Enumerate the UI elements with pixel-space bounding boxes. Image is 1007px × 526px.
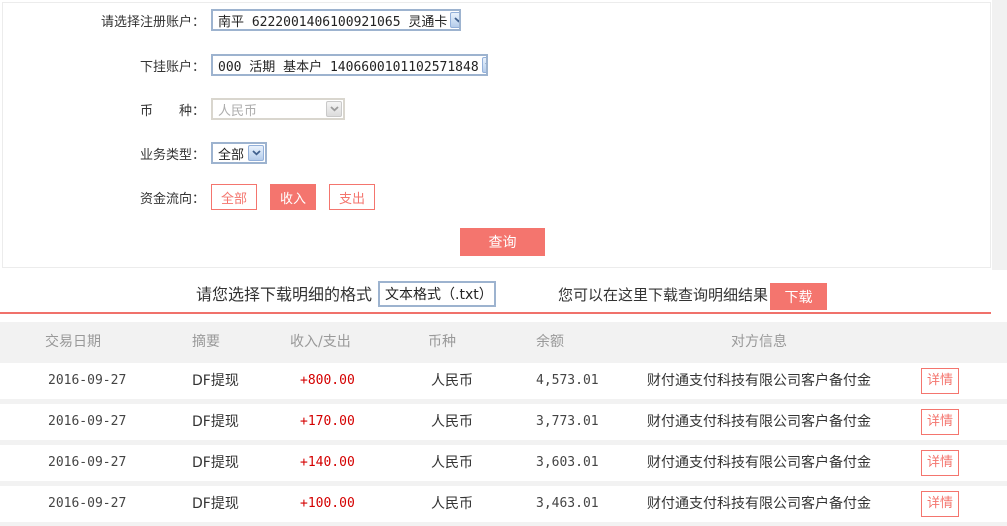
cell-date: 2016-09-27 bbox=[48, 373, 127, 388]
currency-value: 人民币 bbox=[218, 103, 258, 119]
cell-currency: 人民币 bbox=[431, 455, 473, 471]
table-row: 2016-09-27 DF提现 +800.00 人民币 4,573.01 财付通… bbox=[0, 363, 1007, 399]
currency-label: 币 种： bbox=[139, 103, 205, 119]
chevron-down-icon bbox=[450, 12, 459, 28]
col-header-balance: 余额 bbox=[536, 334, 564, 350]
scrollbar-track[interactable] bbox=[992, 0, 1007, 270]
chevron-down-icon bbox=[248, 145, 264, 161]
download-button[interactable]: 下载 bbox=[770, 283, 827, 310]
detail-button[interactable]: 详情 bbox=[921, 491, 959, 517]
chevron-down-icon bbox=[481, 57, 486, 73]
download-format-value: 文本格式（.txt） bbox=[385, 287, 493, 303]
fund-flow-group: 全部 收入 支出 bbox=[211, 184, 376, 210]
register-account-label: 请选择注册账户： bbox=[100, 14, 205, 30]
business-type-value: 全部 bbox=[218, 147, 245, 163]
col-header-in-out: 收入/支出 bbox=[290, 334, 351, 350]
fund-flow-label: 资金流向： bbox=[139, 191, 205, 207]
download-format-label: 请您选择下载明细的格式 bbox=[195, 285, 372, 304]
register-account-select[interactable]: 南平 6222001406100921065 灵通卡 bbox=[211, 9, 461, 31]
cell-balance: 3,603.01 bbox=[536, 455, 599, 470]
cell-counterparty: 财付通支付科技有限公司客户备付金 bbox=[647, 373, 871, 389]
cell-amount: +140.00 bbox=[300, 455, 355, 470]
download-hint-text: 您可以在这里下载查询明细结果 bbox=[558, 286, 769, 304]
cell-summary: DF提现 bbox=[192, 496, 239, 512]
table-body: 2016-09-27 DF提现 +800.00 人民币 4,573.01 财付通… bbox=[0, 362, 1007, 526]
sub-account-select[interactable]: 000 活期 基本户 1406600101102571848 bbox=[211, 54, 488, 76]
col-header-counterparty: 对方信息 bbox=[731, 334, 787, 350]
cell-date: 2016-09-27 bbox=[48, 414, 127, 429]
col-header-currency: 币种 bbox=[428, 334, 456, 350]
cell-currency: 人民币 bbox=[431, 414, 473, 430]
table-header-row: 交易日期 摘要 收入/支出 币种 余额 对方信息 bbox=[0, 322, 1007, 362]
register-account-row: 请选择注册账户： 南平 6222001406100921065 灵通卡 bbox=[0, 9, 461, 31]
cell-counterparty: 财付通支付科技有限公司客户备付金 bbox=[647, 414, 871, 430]
table-row: 2016-09-27 DF提现 +170.00 人民币 3,773.01 财付通… bbox=[0, 404, 1007, 440]
table-row: 2016-09-27 DF提现 +100.00 人民币 3,463.01 财付通… bbox=[0, 486, 1007, 522]
cell-summary: DF提现 bbox=[192, 373, 239, 389]
fund-flow-expense-button[interactable]: 支出 bbox=[329, 184, 376, 210]
business-type-label: 业务类型： bbox=[139, 147, 205, 163]
cell-date: 2016-09-27 bbox=[48, 496, 127, 511]
cell-balance: 4,573.01 bbox=[536, 373, 599, 388]
register-account-value: 南平 6222001406100921065 灵通卡 bbox=[218, 14, 448, 30]
cell-balance: 3,773.01 bbox=[536, 414, 599, 429]
currency-row: 币 种： 人民币 bbox=[0, 98, 345, 120]
detail-button[interactable]: 详情 bbox=[921, 409, 959, 435]
currency-select: 人民币 bbox=[211, 98, 345, 120]
cell-balance: 3,463.01 bbox=[536, 496, 599, 511]
cell-currency: 人民币 bbox=[431, 373, 473, 389]
cell-summary: DF提现 bbox=[192, 414, 239, 430]
sub-account-value: 000 活期 基本户 1406600101102571848 bbox=[218, 59, 479, 75]
sub-account-label: 下挂账户： bbox=[139, 59, 205, 75]
query-button[interactable]: 查询 bbox=[460, 228, 545, 256]
fund-flow-row: 资金流向： 全部 收入 支出 bbox=[0, 184, 376, 210]
fund-flow-all-button[interactable]: 全部 bbox=[211, 184, 258, 210]
cell-summary: DF提现 bbox=[192, 455, 239, 471]
detail-button[interactable]: 详情 bbox=[921, 368, 959, 394]
cell-amount: +800.00 bbox=[300, 373, 355, 388]
detail-button[interactable]: 详情 bbox=[921, 450, 959, 476]
fund-flow-income-button[interactable]: 收入 bbox=[270, 184, 317, 210]
business-type-select[interactable]: 全部 bbox=[211, 142, 267, 164]
business-type-row: 业务类型： 全部 bbox=[0, 142, 267, 164]
cell-amount: +100.00 bbox=[300, 496, 355, 511]
transaction-query-page: 请选择注册账户： 南平 6222001406100921065 灵通卡 下挂账户… bbox=[0, 0, 1007, 526]
table-row: 2016-09-27 DF提现 +140.00 人民币 3,603.01 财付通… bbox=[0, 445, 1007, 481]
cell-counterparty: 财付通支付科技有限公司客户备付金 bbox=[647, 455, 871, 471]
download-format-select[interactable]: 文本格式（.txt） bbox=[378, 281, 496, 307]
col-header-summary: 摘要 bbox=[192, 334, 220, 350]
cell-currency: 人民币 bbox=[431, 496, 473, 512]
cell-date: 2016-09-27 bbox=[48, 455, 127, 470]
transactions-table: 交易日期 摘要 收入/支出 币种 余额 对方信息 2016-09-27 DF提现… bbox=[0, 314, 1007, 526]
col-header-date: 交易日期 bbox=[45, 334, 101, 350]
sub-account-row: 下挂账户： 000 活期 基本户 1406600101102571848 bbox=[0, 54, 488, 76]
cell-amount: +170.00 bbox=[300, 414, 355, 429]
cell-counterparty: 财付通支付科技有限公司客户备付金 bbox=[647, 496, 871, 512]
chevron-down-icon bbox=[326, 101, 342, 117]
